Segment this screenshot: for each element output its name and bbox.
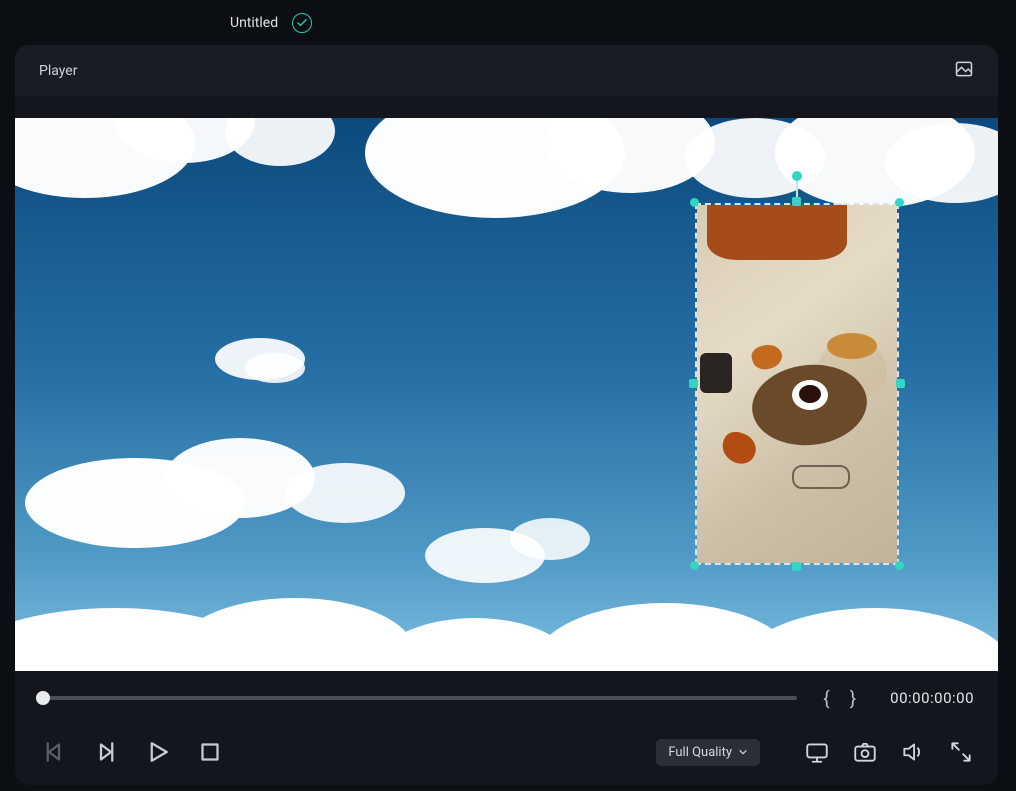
saved-check-icon (292, 13, 312, 33)
display-settings-button[interactable] (804, 739, 830, 765)
playback-quality-label: Full Quality (668, 745, 732, 760)
background-layer-sky (15, 118, 998, 671)
resize-handle-mid-bottom[interactable] (792, 562, 801, 571)
volume-button[interactable] (900, 739, 926, 765)
chevron-down-icon (738, 747, 748, 757)
previous-frame-button[interactable] (39, 737, 69, 767)
resize-handle-bottom-left[interactable] (690, 561, 699, 570)
player-header: Player (15, 45, 998, 96)
preview-canvas[interactable] (15, 118, 998, 671)
selection-bounding-box[interactable] (695, 203, 899, 565)
resize-handle-mid-right[interactable] (896, 379, 905, 388)
player-panel: Player (15, 45, 998, 785)
mark-out-button[interactable]: } (840, 687, 866, 710)
stop-button[interactable] (195, 737, 225, 767)
resize-handle-top-right[interactable] (895, 198, 904, 207)
titlebar: Untitled (0, 0, 1016, 45)
playback-quality-dropdown[interactable]: Full Quality (656, 739, 760, 766)
timeline-row: { } 00:00:00:00 (15, 675, 998, 721)
timecode-display: 00:00:00:00 (890, 689, 974, 707)
project-title[interactable]: Untitled (230, 15, 278, 31)
resize-handle-mid-left[interactable] (689, 379, 698, 388)
mark-in-button[interactable]: { (813, 687, 839, 710)
image-icon[interactable] (954, 59, 974, 83)
resize-handle-mid-top[interactable] (792, 197, 801, 206)
timeline-track[interactable] (39, 696, 797, 700)
snapshot-button[interactable] (852, 739, 878, 765)
resize-handle-bottom-right[interactable] (895, 561, 904, 570)
player-header-title: Player (39, 63, 77, 79)
overlay-clip[interactable] (695, 203, 899, 565)
rotation-handle[interactable] (792, 171, 802, 181)
timeline-playhead[interactable] (36, 691, 50, 705)
fullscreen-button[interactable] (948, 739, 974, 765)
next-frame-button[interactable] (91, 737, 121, 767)
resize-handle-top-left[interactable] (690, 198, 699, 207)
controls-row: Full Quality (15, 723, 998, 781)
play-button[interactable] (143, 737, 173, 767)
